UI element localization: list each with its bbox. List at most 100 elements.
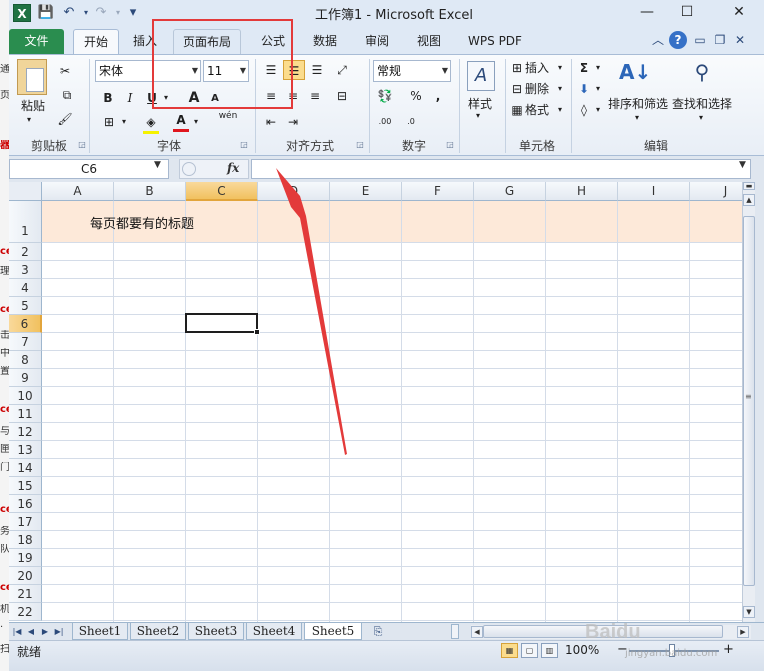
delete-dropdown-icon[interactable]: ▾ [555,79,565,99]
row-header-16[interactable]: 16 [9,495,42,513]
split-handle[interactable]: ▬ [743,182,755,190]
border-icon[interactable]: ⊞ [99,112,119,132]
tab-split-handle[interactable] [451,624,459,639]
border-dropdown-icon[interactable]: ▾ [119,112,129,132]
sheet-tab-sheet2[interactable]: Sheet2 [130,623,186,640]
row-header-13[interactable]: 13 [9,441,42,459]
row-header-20[interactable]: 20 [9,567,42,585]
first-sheet-icon[interactable]: |◀ [11,625,23,639]
insert-function-icon[interactable]: fx [227,161,239,175]
column-header-c[interactable]: C [186,182,258,201]
sort-filter-button[interactable]: 排序和筛选 [607,95,669,112]
row-header-4[interactable]: 4 [9,279,42,297]
clear-icon[interactable]: ◊ [575,100,593,120]
row-header-17[interactable]: 17 [9,513,42,531]
row-header-22[interactable]: 22 [9,603,42,621]
italic-button[interactable]: I [121,88,139,108]
chevron-down-icon[interactable]: ▼ [154,160,161,170]
row-header-7[interactable]: 7 [9,333,42,351]
row-header-9[interactable]: 9 [9,369,42,387]
fill-color-icon[interactable]: ◈ [141,112,161,132]
vertical-scroll-thumb[interactable] [743,216,755,586]
tab-data[interactable]: 数据 [305,29,345,54]
row-header-6[interactable]: 6 [9,315,42,333]
title-cell-text[interactable]: 每页都要有的标题 [90,213,194,232]
sort-filter-icon[interactable]: A↓ [619,59,651,87]
tab-home[interactable]: 开始 [73,29,119,54]
decrease-decimal-icon[interactable]: .0 [399,112,423,132]
insert-cells-icon[interactable]: ⊞ [509,58,525,78]
align-right-icon[interactable]: ≡ [305,86,325,106]
font-color-button[interactable]: A [171,110,191,130]
percent-button[interactable]: % [407,86,425,106]
paste-button[interactable]: 粘贴 [13,97,53,114]
bold-button[interactable]: B [99,88,117,108]
currency-icon[interactable]: 💱 [373,86,397,106]
vertical-scrollbar[interactable]: ▬ ▲ ≡ ▼ [742,182,755,622]
prev-sheet-icon[interactable]: ◀ [25,625,37,639]
paste-dropdown-icon[interactable]: ▾ [27,115,31,124]
find-select-button[interactable]: 查找和选择 [671,95,733,112]
row-header-2[interactable]: 2 [9,243,42,261]
find-select-dropdown-icon[interactable]: ▾ [699,113,703,122]
tab-wps-pdf[interactable]: WPS PDF [461,29,529,54]
sheet-tab-sheet4[interactable]: Sheet4 [246,623,302,640]
styles-icon[interactable]: A [467,61,495,91]
scroll-down-icon[interactable]: ▼ [743,606,755,618]
tab-view[interactable]: 视图 [409,29,449,54]
cut-icon[interactable]: ✂ [55,61,75,81]
column-header-f[interactable]: F [402,182,474,201]
phonetic-button[interactable]: wén [215,110,241,130]
alignment-launcher-icon[interactable]: ◲ [355,140,365,150]
merge-center-icon[interactable]: ⊟ [331,86,353,106]
font-launcher-icon[interactable]: ◲ [239,140,249,150]
row-header-11[interactable]: 11 [9,405,42,423]
tab-review[interactable]: 审阅 [357,29,397,54]
minimize-button[interactable]: — [625,0,669,24]
last-sheet-icon[interactable]: ▶| [53,625,65,639]
help-icon[interactable]: ? [669,31,687,49]
maximize-button[interactable]: ☐ [665,0,709,24]
name-box[interactable]: C6 [9,159,169,179]
worksheet-grid[interactable]: ABCDEFGHIJ 1 2 3 4 5 6 7 8 9 10 11 12 13 14 15 16 17 18 19… [9,182,742,622]
row-header-15[interactable]: 15 [9,477,42,495]
font-color-dropdown-icon[interactable]: ▾ [191,112,201,132]
new-sheet-icon[interactable]: ⎘ [369,625,387,639]
comma-button[interactable]: , [429,86,447,106]
doc-restore-icon[interactable]: ❐ [711,31,729,49]
page-layout-view-button[interactable]: ▢ [521,643,538,658]
page-break-view-button[interactable]: ▥ [541,643,558,658]
sheet-tab-sheet3[interactable]: Sheet3 [188,623,244,640]
row-header-14[interactable]: 14 [9,459,42,477]
delete-cells-icon[interactable]: ⊟ [509,79,525,99]
zoom-level[interactable]: 100% [565,643,599,657]
row-header-8[interactable]: 8 [9,351,42,369]
format-cells-button[interactable]: 格式 [525,100,559,120]
align-bottom-icon[interactable]: ☰ [307,60,327,80]
sheet-tab-sheet1[interactable]: Sheet1 [72,623,128,640]
delete-cells-button[interactable]: 删除 [525,79,559,99]
paste-icon[interactable] [17,59,47,95]
excel-app-icon[interactable]: X [13,4,31,22]
normal-view-button[interactable]: ▦ [501,643,518,658]
row-header-5[interactable]: 5 [9,297,42,315]
row-header-21[interactable]: 21 [9,585,42,603]
binoculars-icon[interactable]: ⚲ [687,59,717,87]
close-button[interactable]: ✕ [717,0,761,24]
clear-dropdown-icon[interactable]: ▾ [593,100,603,120]
next-sheet-icon[interactable]: ▶ [39,625,51,639]
number-format-combo[interactable]: 常规 ▼ [373,60,451,82]
orientation-icon[interactable]: ⤢ [331,60,353,80]
select-all-corner[interactable] [9,182,42,201]
increase-indent-icon[interactable]: ⇥ [283,112,303,132]
fill-icon[interactable]: ⬇ [575,79,593,99]
expand-formula-icon[interactable]: ▼ [739,160,746,170]
autosum-dropdown-icon[interactable]: ▾ [593,58,603,78]
row-header-19[interactable]: 19 [9,549,42,567]
row-header-10[interactable]: 10 [9,387,42,405]
fill-handle[interactable] [254,329,260,335]
column-header-b[interactable]: B [114,182,186,201]
insert-cells-button[interactable]: 插入 [525,58,559,78]
insert-dropdown-icon[interactable]: ▾ [555,58,565,78]
collapse-ribbon-icon[interactable]: ︿ [649,31,667,49]
